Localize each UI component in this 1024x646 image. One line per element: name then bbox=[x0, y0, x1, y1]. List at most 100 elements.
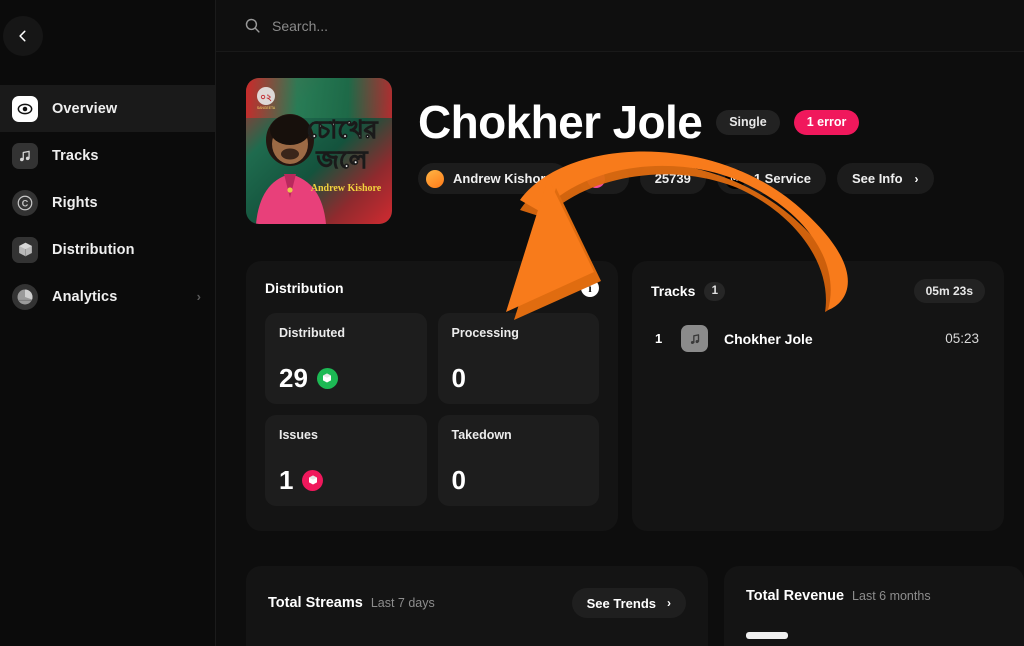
copyright-icon: C bbox=[12, 189, 38, 216]
sidebar: Overview Tracks C Rights Distribution An… bbox=[0, 0, 216, 646]
tracks-card: Tracks 1 05m 23s 1 Chokher Jole 05:23 bbox=[632, 261, 1004, 531]
chevron-right-icon: › bbox=[667, 596, 672, 610]
artist-pill-label: Andrew Kishore bbox=[453, 171, 553, 187]
track-index: 1 bbox=[655, 331, 663, 346]
sidebar-item-label: Distribution bbox=[52, 241, 135, 258]
sidebar-item-label: Rights bbox=[52, 194, 98, 211]
stat-processing[interactable]: Processing 0 bbox=[437, 313, 599, 404]
release-info: Chokher Jole Single 1 error Andrew Kisho… bbox=[418, 78, 934, 224]
see-trends-button[interactable]: See Trends › bbox=[571, 588, 687, 618]
sidebar-item-overview[interactable]: Overview bbox=[0, 85, 215, 132]
stat-label: Issues bbox=[279, 428, 318, 442]
stat-label: Distributed bbox=[279, 326, 345, 340]
stat-value: 1 bbox=[279, 465, 294, 495]
total-revenue-title: Total Revenue bbox=[746, 588, 845, 604]
track-row[interactable]: 1 Chokher Jole 05:23 bbox=[651, 325, 985, 352]
music-note-icon bbox=[681, 325, 708, 352]
search-icon bbox=[245, 18, 260, 33]
total-revenue-subtitle: Last 6 months bbox=[852, 589, 931, 603]
chevron-right-icon: › bbox=[196, 289, 201, 304]
stat-takedown[interactable]: Takedown 0 bbox=[437, 415, 599, 506]
release-pill-row: Andrew Kishore 25739 1 Service See Info … bbox=[418, 163, 934, 195]
sidebar-nav: Overview Tracks C Rights Distribution An… bbox=[0, 85, 215, 320]
stat-value-row: 0 bbox=[452, 365, 586, 391]
topbar bbox=[216, 0, 1024, 52]
distribution-stat-grid: Distributed 29 Processing 0 Issues 1 Tak… bbox=[265, 313, 599, 506]
label-pill[interactable] bbox=[578, 163, 629, 195]
error-badge[interactable]: 1 error bbox=[793, 109, 860, 135]
search-input[interactable] bbox=[272, 17, 672, 34]
svg-text:জলে: জলে bbox=[315, 146, 368, 174]
service-pill-label: 1 Service bbox=[753, 171, 811, 187]
back-button[interactable] bbox=[3, 16, 43, 56]
total-revenue-card: Total Revenue Last 6 months bbox=[724, 566, 1024, 646]
eye-icon bbox=[12, 95, 38, 122]
stat-value: 29 bbox=[279, 363, 308, 393]
total-streams-subtitle: Last 7 days bbox=[370, 596, 435, 610]
tracks-list: 1 Chokher Jole 05:23 bbox=[651, 325, 985, 511]
stat-value-row: 0 bbox=[452, 467, 586, 493]
stat-label: Processing bbox=[451, 326, 519, 340]
pie-chart-icon bbox=[12, 283, 38, 310]
sidebar-item-distribution[interactable]: Distribution bbox=[0, 226, 215, 273]
avatar bbox=[586, 169, 605, 188]
broadcast-icon bbox=[724, 168, 745, 189]
loading-skeleton bbox=[746, 632, 789, 639]
stat-value-row: 29 bbox=[279, 365, 413, 391]
sidebar-item-analytics[interactable]: Analytics › bbox=[0, 273, 215, 320]
svg-text:SANGEETA: SANGEETA bbox=[257, 106, 276, 110]
box-icon bbox=[12, 236, 38, 263]
total-streams-title: Total Streams bbox=[268, 595, 363, 611]
info-icon[interactable]: i bbox=[581, 279, 599, 297]
tracks-card-header: Tracks 1 05m 23s bbox=[651, 279, 985, 303]
stat-label: Takedown bbox=[451, 428, 512, 442]
chevron-right-icon: › bbox=[914, 171, 919, 186]
sidebar-item-label: Tracks bbox=[52, 147, 99, 164]
see-info-button[interactable]: See Info › bbox=[836, 163, 934, 195]
album-artwork: ০২ SANGEETA চোখের জলে Andrew Kishore bbox=[246, 78, 392, 224]
sidebar-item-label: Overview bbox=[52, 100, 118, 117]
app-root: Overview Tracks C Rights Distribution An… bbox=[0, 0, 1024, 646]
release-type-badge: Single bbox=[716, 109, 780, 135]
upc-pill-label: 25739 bbox=[654, 171, 691, 187]
sidebar-item-rights[interactable]: C Rights bbox=[0, 179, 215, 226]
total-revenue-header: Total Revenue Last 6 months bbox=[746, 588, 1002, 604]
sidebar-item-label: Analytics bbox=[52, 288, 118, 305]
tracks-count-badge: 1 bbox=[704, 281, 726, 301]
box-icon bbox=[302, 469, 324, 491]
release-header: ০২ SANGEETA চোখের জলে Andrew Kishore Cho… bbox=[216, 52, 1024, 224]
distribution-card-header: Distribution i bbox=[265, 279, 599, 297]
stat-distributed[interactable]: Distributed 29 bbox=[265, 313, 427, 404]
stat-value-row: 1 bbox=[279, 467, 413, 493]
title-row: Chokher Jole Single 1 error bbox=[418, 98, 934, 146]
track-duration: 05:23 bbox=[945, 331, 979, 346]
artist-pill[interactable]: Andrew Kishore bbox=[418, 163, 568, 195]
chevron-left-icon bbox=[19, 30, 26, 42]
bottom-cards-row: Total Streams Last 7 days See Trends › T… bbox=[216, 531, 1024, 646]
cards-row: Distribution i Distributed 29 Processing… bbox=[216, 224, 1024, 531]
tracks-title: Tracks bbox=[651, 283, 696, 299]
sidebar-item-tracks[interactable]: Tracks bbox=[0, 132, 215, 179]
distribution-title: Distribution bbox=[265, 280, 344, 296]
search-bar[interactable] bbox=[244, 17, 1024, 34]
avatar bbox=[426, 169, 444, 188]
total-streams-header: Total Streams Last 7 days See Trends › bbox=[268, 588, 687, 618]
stat-value: 0 bbox=[451, 363, 466, 393]
total-streams-card: Total Streams Last 7 days See Trends › bbox=[246, 566, 709, 646]
distribution-card: Distribution i Distributed 29 Processing… bbox=[246, 261, 618, 531]
page-title: Chokher Jole bbox=[418, 96, 703, 148]
main-content: ০২ SANGEETA চোখের জলে bbox=[216, 0, 1024, 646]
page-content: ০২ SANGEETA চোখের জলে Andrew Kishore Cho… bbox=[216, 52, 1024, 646]
svg-text:Andrew Kishore: Andrew Kishore bbox=[311, 183, 382, 194]
stat-value: 0 bbox=[451, 465, 466, 495]
tracks-duration-badge: 05m 23s bbox=[913, 279, 985, 303]
svg-text:চোখের: চোখের bbox=[306, 116, 378, 144]
track-name: Chokher Jole bbox=[724, 330, 813, 347]
see-trends-label: See Trends bbox=[586, 595, 657, 611]
svg-text:C: C bbox=[22, 198, 29, 208]
upc-pill[interactable]: 25739 bbox=[639, 163, 706, 195]
album-cover[interactable]: ০২ SANGEETA চোখের জলে Andrew Kishore bbox=[246, 78, 392, 224]
service-pill[interactable]: 1 Service bbox=[716, 163, 826, 195]
stat-issues[interactable]: Issues 1 bbox=[265, 415, 427, 506]
see-info-label: See Info bbox=[851, 171, 903, 187]
